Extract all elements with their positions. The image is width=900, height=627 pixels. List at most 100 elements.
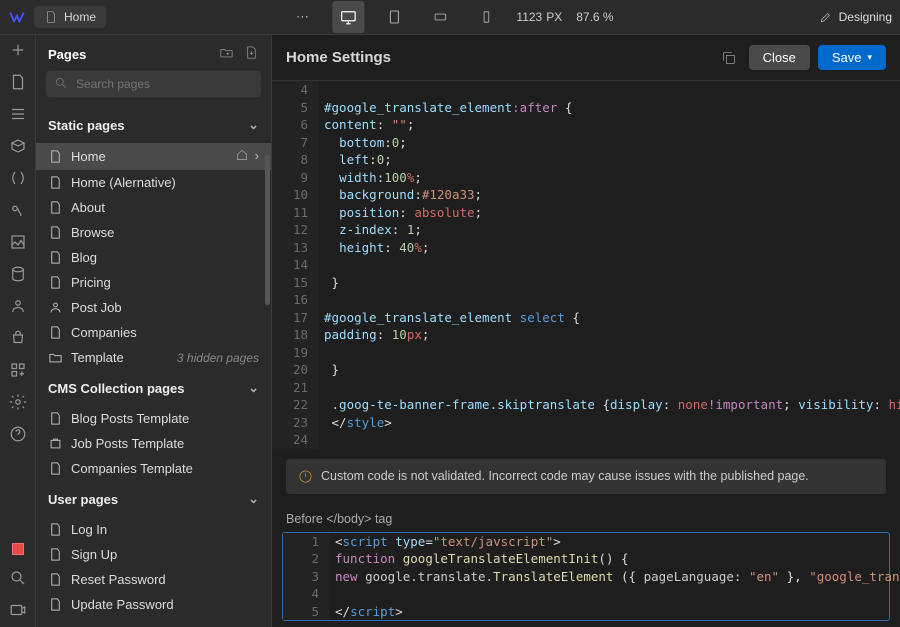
code-line[interactable] (318, 431, 900, 449)
cms-pages-section[interactable]: CMS Collection pages ⌄ (36, 370, 271, 406)
assets-icon[interactable] (9, 233, 27, 251)
panel-scrollbar[interactable] (265, 155, 271, 627)
line-number: 11 (272, 204, 318, 222)
code-line[interactable] (318, 291, 900, 309)
page-row[interactable]: Blog (36, 245, 271, 270)
copy-icon[interactable] (721, 50, 737, 66)
help-icon[interactable] (9, 425, 27, 443)
page-row[interactable]: Browse (36, 220, 271, 245)
code-line[interactable]: #google_translate_element:after { (318, 99, 900, 117)
code-line[interactable]: new google.translate.TranslateElement ({… (329, 568, 900, 586)
page-label: Sign Up (71, 547, 259, 562)
new-page-icon[interactable] (244, 45, 259, 63)
line-number: 13 (272, 239, 318, 257)
cms-job-icon (48, 436, 63, 451)
page-row[interactable]: Home› (36, 143, 271, 170)
search-pages-input[interactable] (46, 71, 261, 97)
page-row[interactable]: Log In (36, 517, 271, 542)
pages-panel-title: Pages (48, 47, 86, 62)
code-line[interactable] (318, 379, 900, 397)
cms-icon[interactable] (9, 265, 27, 283)
more-icon[interactable]: ⋯ (286, 1, 318, 33)
webflow-logo-icon[interactable] (8, 8, 26, 26)
code-line[interactable]: </style> (318, 414, 900, 432)
page-breadcrumb[interactable]: Home (34, 6, 106, 28)
code-line[interactable]: content: ""; (318, 116, 900, 134)
components-icon[interactable] (9, 137, 27, 155)
zoom-level[interactable]: 87.6 % (576, 10, 613, 24)
settings-icon[interactable] (9, 393, 27, 411)
page-icon (48, 325, 63, 340)
code-line[interactable]: background:#120a33; (318, 186, 900, 204)
page-row[interactable]: Job Posts Template (36, 431, 271, 456)
code-line[interactable]: .goog-te-banner-frame.skiptranslate {dis… (318, 396, 900, 414)
code-line[interactable]: #google_translate_element select { (318, 309, 900, 327)
tablet-landscape-device-icon[interactable] (424, 1, 456, 33)
page-label: Blog (71, 250, 259, 265)
page-row[interactable]: Update Password (36, 592, 271, 617)
code-line[interactable]: z-index: 1; (318, 221, 900, 239)
code-line[interactable] (318, 81, 900, 99)
page-row[interactable]: Post Job (36, 295, 271, 320)
page-row[interactable]: Companies (36, 320, 271, 345)
mode-toggle[interactable]: Designing (819, 10, 892, 24)
section-title: User pages (48, 492, 118, 507)
code-line[interactable]: bottom:0; (318, 134, 900, 152)
page-row[interactable]: About (36, 195, 271, 220)
page-row[interactable]: Reset Password (36, 567, 271, 592)
add-element-icon[interactable] (9, 41, 27, 59)
pages-icon[interactable] (9, 73, 27, 91)
page-row[interactable]: Blog Posts Template (36, 406, 271, 431)
ecommerce-icon[interactable] (9, 329, 27, 347)
user-pages-section[interactable]: User pages ⌄ (36, 481, 271, 517)
code-line[interactable]: width:100%; (318, 169, 900, 187)
navigator-icon[interactable] (9, 105, 27, 123)
apps-icon[interactable] (9, 361, 27, 379)
page-label: Template (71, 350, 169, 365)
code-line[interactable] (318, 344, 900, 362)
code-line[interactable]: <script type="text/javscript"> (329, 533, 900, 551)
code-line[interactable]: height: 40%; (318, 239, 900, 257)
chevron-right-icon[interactable]: › (255, 148, 259, 165)
page-row[interactable]: Home (Alernative) (36, 170, 271, 195)
mobile-device-icon[interactable] (470, 1, 502, 33)
code-line[interactable]: } (318, 274, 900, 292)
code-line[interactable] (329, 585, 900, 603)
body-code-editor[interactable]: 1<script type="text/javscript">2function… (283, 533, 889, 621)
tablet-device-icon[interactable] (378, 1, 410, 33)
page-icon (48, 175, 63, 190)
page-row[interactable]: Sign Up (36, 542, 271, 567)
code-line[interactable]: </script> (329, 603, 900, 621)
breadcrumb-label: Home (64, 10, 96, 24)
code-line[interactable]: } (318, 361, 900, 379)
variables-icon[interactable] (9, 169, 27, 187)
code-line[interactable] (318, 256, 900, 274)
page-row[interactable]: Template3 hidden pages (36, 345, 271, 370)
users-icon[interactable] (9, 297, 27, 315)
search-icon (54, 76, 68, 90)
code-line[interactable]: position: absolute; (318, 204, 900, 222)
desktop-device-icon[interactable] (332, 1, 364, 33)
code-line[interactable]: function googleTranslateElementInit() { (329, 550, 900, 568)
line-number: 1 (283, 533, 329, 551)
code-line[interactable]: padding: 10px; (318, 326, 900, 344)
style-selectors-icon[interactable] (9, 201, 27, 219)
page-row[interactable]: Companies Template (36, 456, 271, 481)
line-number: 6 (272, 116, 318, 134)
video-tutorials-icon[interactable] (9, 601, 27, 619)
close-button[interactable]: Close (749, 45, 810, 70)
chevron-down-icon: ▾ (867, 52, 872, 63)
page-row[interactable]: Pricing (36, 270, 271, 295)
save-button[interactable]: Save▾ (818, 45, 886, 70)
new-folder-icon[interactable] (219, 45, 234, 63)
audit-icon[interactable] (12, 543, 24, 555)
line-number: 21 (272, 379, 318, 397)
canvas-width[interactable]: 1123 (516, 10, 542, 24)
before-body-label: Before </body> tag (272, 508, 900, 532)
line-number: 2 (283, 550, 329, 568)
code-line[interactable]: left:0; (318, 151, 900, 169)
search-icon[interactable] (9, 569, 27, 587)
page-settings-panel: Home Settings Close Save▾ 4 5#google_tra… (272, 35, 900, 627)
head-code-editor[interactable]: 4 5#google_translate_element:after {6con… (272, 81, 900, 449)
static-pages-section[interactable]: Static pages ⌄ (36, 107, 271, 143)
